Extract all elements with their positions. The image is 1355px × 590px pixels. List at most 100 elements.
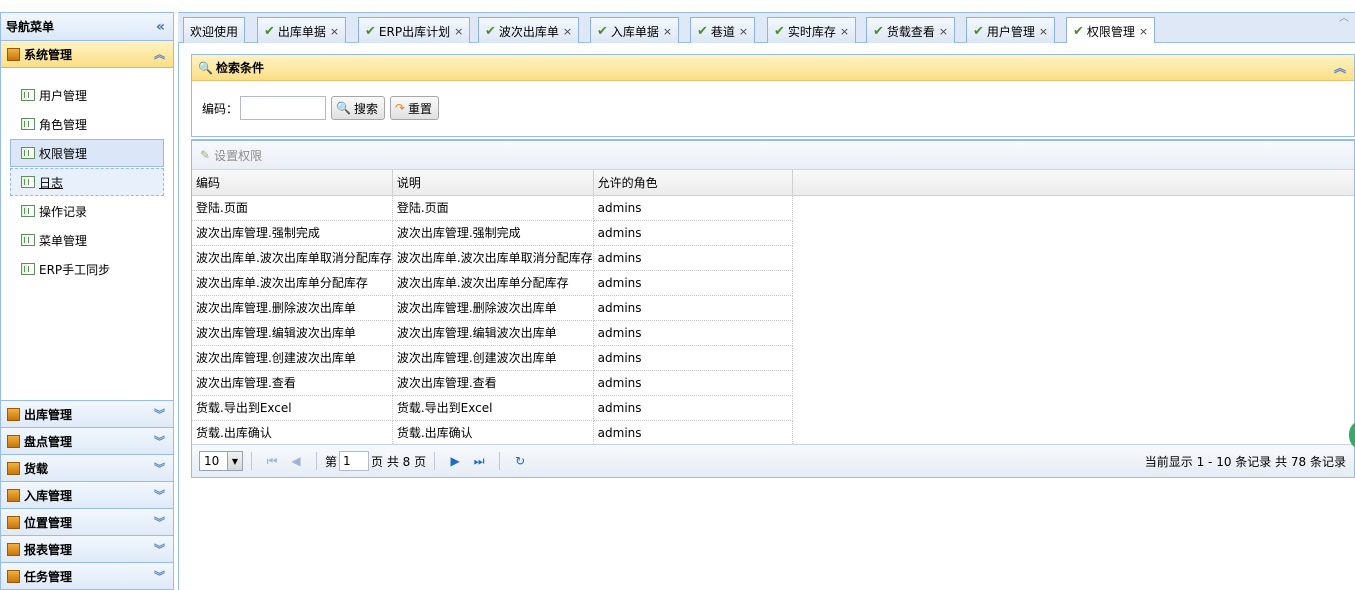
folder-icon (7, 407, 20, 421)
chevron-down-icon[interactable]: ︾ (154, 541, 165, 557)
chevron-down-icon[interactable]: ︾ (154, 406, 165, 422)
tab[interactable]: ✔ 波次出库单 × (478, 17, 580, 44)
table-row[interactable]: 波次出库单.波次出库单取消分配库存 波次出库单.波次出库单取消分配库存 admins (192, 245, 1354, 271)
close-icon[interactable]: × (939, 25, 948, 38)
nav-group[interactable]: 报表管理 ︾ (1, 535, 173, 562)
table-row[interactable]: 波次出库管理.删除波次出库单 波次出库管理.删除波次出库单 admins (192, 295, 1354, 321)
table-row[interactable]: 波次出库管理.查看 波次出库管理.查看 admins (192, 370, 1354, 396)
page-prefix: 第 (325, 454, 338, 469)
page-size-select[interactable]: 10 ▼ (199, 451, 243, 471)
tab-label: 欢迎使用 (190, 24, 239, 39)
nav-item-label: 角色管理 (39, 117, 88, 132)
column-header[interactable]: 允许的角色 (593, 170, 794, 196)
chevron-up-icon[interactable]: ︿ (1339, 9, 1349, 24)
nav-item[interactable]: 日志 (10, 168, 164, 196)
chevron-down-icon[interactable]: ︾ (154, 433, 165, 449)
close-icon[interactable]: × (739, 25, 748, 38)
nav-item[interactable]: 用户管理 (10, 81, 164, 109)
menu-page-icon (21, 205, 35, 217)
tab[interactable]: ✔ 权限管理 × (1066, 17, 1156, 45)
prev-page-icon[interactable]: ◀ (288, 453, 304, 469)
nav-group-label: 位置管理 (24, 515, 73, 530)
close-icon[interactable]: × (454, 25, 463, 38)
code-input[interactable] (240, 96, 327, 120)
close-icon[interactable]: × (663, 25, 672, 38)
table-cell: 波次出库管理.编辑波次出库单 (192, 320, 393, 346)
chevron-down-icon[interactable]: ︾ (154, 460, 165, 476)
search-button[interactable]: 🔍 搜索 (331, 96, 385, 120)
nav-group-system[interactable]: 系统管理 ︽ (1, 41, 173, 68)
reset-button[interactable]: ↷ 重置 (389, 96, 440, 120)
chevron-down-icon[interactable]: ︾ (154, 514, 165, 530)
refresh-icon[interactable]: ↻ (512, 453, 528, 469)
collapse-panel-icon[interactable]: ︽ (1334, 59, 1346, 76)
close-icon[interactable]: × (1139, 25, 1148, 38)
tab[interactable]: ✔ 用户管理 × (966, 17, 1056, 44)
nav-group-label: 任务管理 (24, 569, 73, 584)
table-row[interactable]: 波次出库管理.创建波次出库单 波次出库管理.创建波次出库单 admins (192, 345, 1354, 371)
table-row[interactable]: 货载.出库确认 货载.出库确认 admins (192, 420, 1354, 446)
table-cell: admins (593, 320, 794, 346)
page-number-input[interactable] (339, 451, 370, 471)
table-cell: 波次出库管理.强制完成 (192, 220, 393, 246)
folder-icon (7, 569, 20, 583)
close-icon[interactable]: × (1039, 25, 1048, 38)
nav-title: 导航菜单 (6, 20, 55, 34)
nav-item[interactable]: 菜单管理 (10, 226, 164, 254)
nav-group[interactable]: 入库管理 ︾ (1, 481, 173, 508)
menu-page-icon (21, 176, 35, 188)
nav-item[interactable]: ERP手工同步 (10, 255, 164, 283)
nav-group[interactable]: 盘点管理 ︾ (1, 427, 173, 454)
close-icon[interactable]: × (840, 25, 849, 38)
tab[interactable]: ✔ ERP出库计划 × (358, 17, 471, 44)
tab[interactable]: ✔ 实时库存 × (767, 17, 857, 44)
tab[interactable]: ✔ 入库单据 × (590, 17, 680, 44)
table-cell: admins (593, 220, 794, 246)
table-cell: 波次出库单.波次出库单分配库存 (392, 270, 594, 296)
first-page-icon[interactable]: ⏮ (264, 453, 280, 469)
table-cell: 波次出库管理.查看 (392, 370, 594, 396)
table-cell: 波次出库管理.删除波次出库单 (392, 295, 594, 321)
pager-divider (316, 452, 317, 470)
nav-group[interactable]: 货载 ︾ (1, 454, 173, 481)
close-icon[interactable]: × (330, 25, 339, 38)
check-icon: ✔ (485, 23, 496, 39)
column-header[interactable]: 编码 (192, 170, 393, 196)
tab-label: 波次出库单 (498, 24, 559, 39)
nav-group[interactable]: 位置管理 ︾ (1, 508, 173, 535)
tab[interactable]: ✔ 巷道 × (690, 17, 756, 44)
chevron-up-icon[interactable]: ︽ (154, 46, 165, 62)
nav-item[interactable]: 操作记录 (10, 197, 164, 225)
nav-group[interactable]: 出库管理 ︾ (1, 400, 173, 427)
table-cell: 货载.导出到Excel (192, 395, 393, 421)
column-header[interactable]: 说明 (392, 170, 594, 196)
tab[interactable]: ✔ 货载查看 × (866, 17, 956, 44)
last-page-icon[interactable]: ⏭ (471, 453, 487, 469)
table-row[interactable]: 波次出库管理.编辑波次出库单 波次出库管理.编辑波次出库单 admins (192, 320, 1354, 346)
table-cell: admins (593, 195, 794, 221)
collapse-nav-icon[interactable]: « (156, 19, 165, 35)
nav-menu-list: 用户管理角色管理权限管理 日志 操作记录 菜单管理 ERP手工同步 (1, 68, 173, 400)
menu-page-icon (21, 147, 35, 159)
set-permission-button[interactable]: 设置权限 (214, 147, 262, 164)
chevron-down-icon[interactable]: ︾ (154, 568, 165, 584)
table-row[interactable]: 登陆.页面 登陆.页面 admins (192, 195, 1354, 221)
close-icon[interactable]: × (563, 25, 572, 38)
grid-table: 编码 说明 允许的角色 登陆.页面 登陆.页面 admins 波次出库管理.强制完成 波次出… (192, 170, 1354, 446)
nav-item[interactable]: 权限管理 (10, 139, 164, 167)
pager-divider (434, 452, 436, 470)
nav-header: 导航菜单 « (1, 13, 173, 41)
tab[interactable]: ✔ 出库单据 × (257, 17, 347, 44)
next-page-icon[interactable]: ▶ (447, 453, 463, 469)
nav-group[interactable]: 任务管理 ︾ (1, 562, 173, 589)
table-cell: 波次出库单.波次出库单取消分配库存 (392, 245, 594, 271)
check-icon: ✔ (697, 23, 708, 39)
table-row[interactable]: 波次出库管理.强制完成 波次出库管理.强制完成 admins (192, 220, 1354, 246)
chevron-down-icon[interactable]: ︾ (154, 487, 165, 503)
dropdown-arrow-icon[interactable]: ▼ (227, 452, 242, 470)
folder-icon (7, 461, 20, 475)
table-row[interactable]: 波次出库单.波次出库单分配库存 波次出库单.波次出库单分配库存 admins (192, 270, 1354, 296)
table-row[interactable]: 货载.导出到Excel 货载.导出到Excel admins (192, 395, 1354, 421)
tab[interactable]: 欢迎使用 (183, 17, 246, 44)
nav-item[interactable]: 角色管理 (10, 110, 164, 138)
